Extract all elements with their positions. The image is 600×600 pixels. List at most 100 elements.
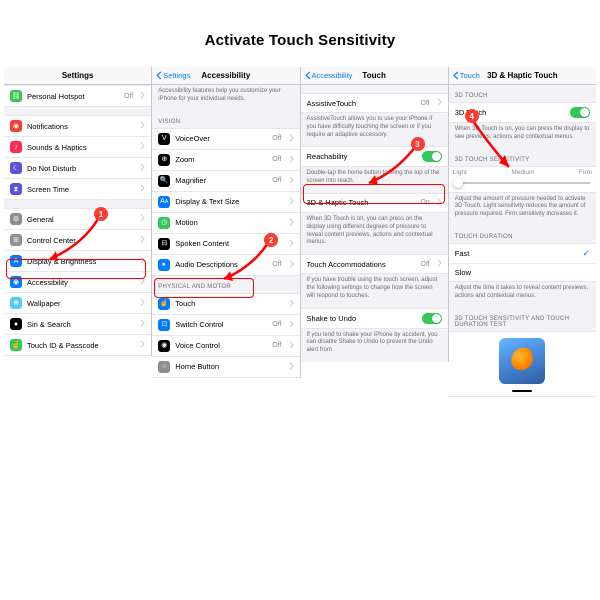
row-value: Off: [272, 135, 281, 142]
back-button[interactable]: Touch: [453, 71, 480, 80]
chevron-right-icon: [289, 341, 294, 351]
toggle-3dtouch[interactable]: [570, 107, 590, 118]
toggle-reachability[interactable]: [422, 151, 442, 162]
note-3d: When 3D Touch is on, you can press on th…: [301, 213, 448, 254]
chevron-right-icon: [289, 299, 294, 309]
panel-3d-haptic: Touch 3D & Haptic Touch 3D TOUCH 3D Touc…: [449, 67, 596, 397]
back-button[interactable]: Settings: [156, 71, 190, 80]
vision-row-voiceover[interactable]: VVoiceOverOff: [152, 128, 299, 150]
settings-row-general[interactable]: ⚙General: [4, 208, 151, 230]
row-shake-undo[interactable]: Shake to Undo: [301, 308, 448, 329]
chevron-right-icon: [140, 298, 145, 308]
vision-row-audio-descriptions[interactable]: ▸Audio DescriptionsOff: [152, 255, 299, 276]
section-duration: TOUCH DURATION: [449, 226, 596, 243]
chevron-right-icon: [140, 184, 145, 194]
row-fast[interactable]: Fast ✓: [449, 243, 596, 264]
row-icon: ◷: [158, 217, 170, 229]
check-icon: ✓: [582, 248, 590, 259]
row-label: Control Center: [27, 236, 135, 245]
row-icon: ⧗: [10, 183, 22, 195]
note-shake: If you tend to shake your iPhone by acci…: [301, 329, 448, 362]
chevron-right-icon: [140, 142, 145, 152]
row-label: Sounds & Haptics: [27, 143, 135, 152]
chevron-right-icon: [437, 259, 442, 269]
settings-row-siri-search[interactable]: ●Siri & Search: [4, 314, 151, 335]
row-touch-accom[interactable]: Touch Accommodations Off: [301, 254, 448, 274]
settings-row-accessibility[interactable]: ◉ Accessibility: [4, 272, 151, 293]
vision-row-display-text-size[interactable]: Aᴀ Display & Text Size: [152, 192, 299, 213]
chevron-right-icon: [140, 163, 145, 173]
note-3dtouch: When 3D Touch is on, you can press the d…: [449, 123, 596, 149]
settings-row-sounds-haptics[interactable]: ♪Sounds & Haptics: [4, 137, 151, 158]
step-3: 3: [411, 137, 425, 151]
sensitivity-slider[interactable]: [455, 182, 590, 184]
chevron-right-icon: [289, 176, 294, 186]
back-button[interactable]: Accessibility: [305, 71, 353, 80]
settings-row-personal-hotspot[interactable]: ⛓ Personal Hotspot Off: [4, 85, 151, 107]
motor-row-voice-control[interactable]: ◉Voice ControlOff: [152, 336, 299, 357]
row-icon: ⊞: [10, 234, 22, 246]
settings-row-screen-time[interactable]: ⧗ Screen Time: [4, 179, 151, 200]
test-image[interactable]: [499, 338, 545, 384]
settings-row-touch-id-passcode[interactable]: ☝Touch ID & Passcode: [4, 335, 151, 356]
settings-row-do-not-disturb[interactable]: ☾Do Not Disturb: [4, 158, 151, 179]
settings-row-control-center[interactable]: ⊞ Control Center: [4, 230, 151, 251]
row-icon: A: [10, 255, 22, 267]
row-icon: ◉: [158, 340, 170, 352]
motor-row-touch[interactable]: ☝Touch: [152, 293, 299, 315]
row-icon: ⚙: [10, 213, 22, 225]
row-reachability[interactable]: Reachability: [301, 146, 448, 167]
row-label: Touch: [175, 299, 283, 308]
row-assistivetouch[interactable]: AssistiveTouch Off: [301, 93, 448, 113]
row-label: Screen Time: [27, 185, 135, 194]
row-label: Switch Control: [175, 320, 267, 329]
note-sensitivity: Adjust the amount of pressure needed to …: [449, 193, 596, 226]
step-1: 1: [94, 207, 108, 221]
row-icon: Aᴀ: [158, 196, 170, 208]
note-reachability: Double-tap the home button to bring the …: [301, 167, 448, 193]
row-icon: ☝: [10, 339, 22, 351]
row-icon: V: [158, 133, 170, 145]
panel-accessibility: Settings Accessibility Accessibility fea…: [152, 67, 300, 378]
slider-thumb[interactable]: [453, 178, 463, 188]
row-icon: ⛓: [10, 90, 22, 102]
settings-row-wallpaper[interactable]: ❀Wallpaper: [4, 293, 151, 314]
row-icon: ☾: [10, 162, 22, 174]
row-label: Personal Hotspot: [27, 92, 119, 101]
toggle-shake[interactable]: [422, 313, 442, 324]
settings-row-notifications[interactable]: ◉ Notifications: [4, 115, 151, 137]
row-icon: 🔍: [158, 175, 170, 187]
navbar: Settings: [4, 67, 151, 85]
settings-row-display-brightness[interactable]: ADisplay & Brightness: [4, 251, 151, 272]
section-sensitivity: 3D TOUCH SENSITIVITY: [449, 149, 596, 166]
section-test: 3D TOUCH SENSITIVITY AND TOUCH DURATION …: [449, 308, 596, 331]
intro-text: Accessibility features help you customiz…: [152, 85, 299, 111]
row-icon: ⊡: [158, 319, 170, 331]
motor-row-home-button[interactable]: ○Home Button: [152, 357, 299, 378]
chevron-right-icon: [289, 320, 294, 330]
chevron-right-icon: [140, 214, 145, 224]
vision-row-motion[interactable]: ◷ Motion: [152, 213, 299, 234]
row-value: Off: [272, 261, 281, 268]
row-label: Display & Text Size: [175, 197, 283, 206]
section-3dtouch: 3D TOUCH: [449, 85, 596, 102]
row-slow[interactable]: Slow: [449, 264, 596, 282]
note-duration: Adjust the time it takes to reveal conte…: [449, 282, 596, 308]
row-label: Motion: [175, 218, 283, 227]
row-value: Off: [124, 93, 133, 100]
section-motor: PHYSICAL AND MOTOR: [152, 276, 299, 293]
row-3d-haptic[interactable]: 3D & Haptic Touch On: [301, 193, 448, 213]
row-icon: ▸: [158, 259, 170, 271]
vision-row-zoom[interactable]: ⊕ZoomOff: [152, 150, 299, 171]
row-icon: ◉: [10, 276, 22, 288]
vision-row-magnifier[interactable]: 🔍MagnifierOff: [152, 171, 299, 192]
chevron-right-icon: [289, 239, 294, 249]
row-icon: ◉: [10, 120, 22, 132]
chevron-right-icon: [289, 197, 294, 207]
screenshots-row: Settings ⛓ Personal Hotspot Off ◉ Notificati…: [0, 67, 600, 397]
row-value: Off: [272, 156, 281, 163]
row-label: Accessibility: [27, 278, 135, 287]
motor-row-switch-control[interactable]: ⊡Switch ControlOff: [152, 315, 299, 336]
row-label: Notifications: [27, 122, 135, 131]
row-icon: ⊟: [158, 238, 170, 250]
